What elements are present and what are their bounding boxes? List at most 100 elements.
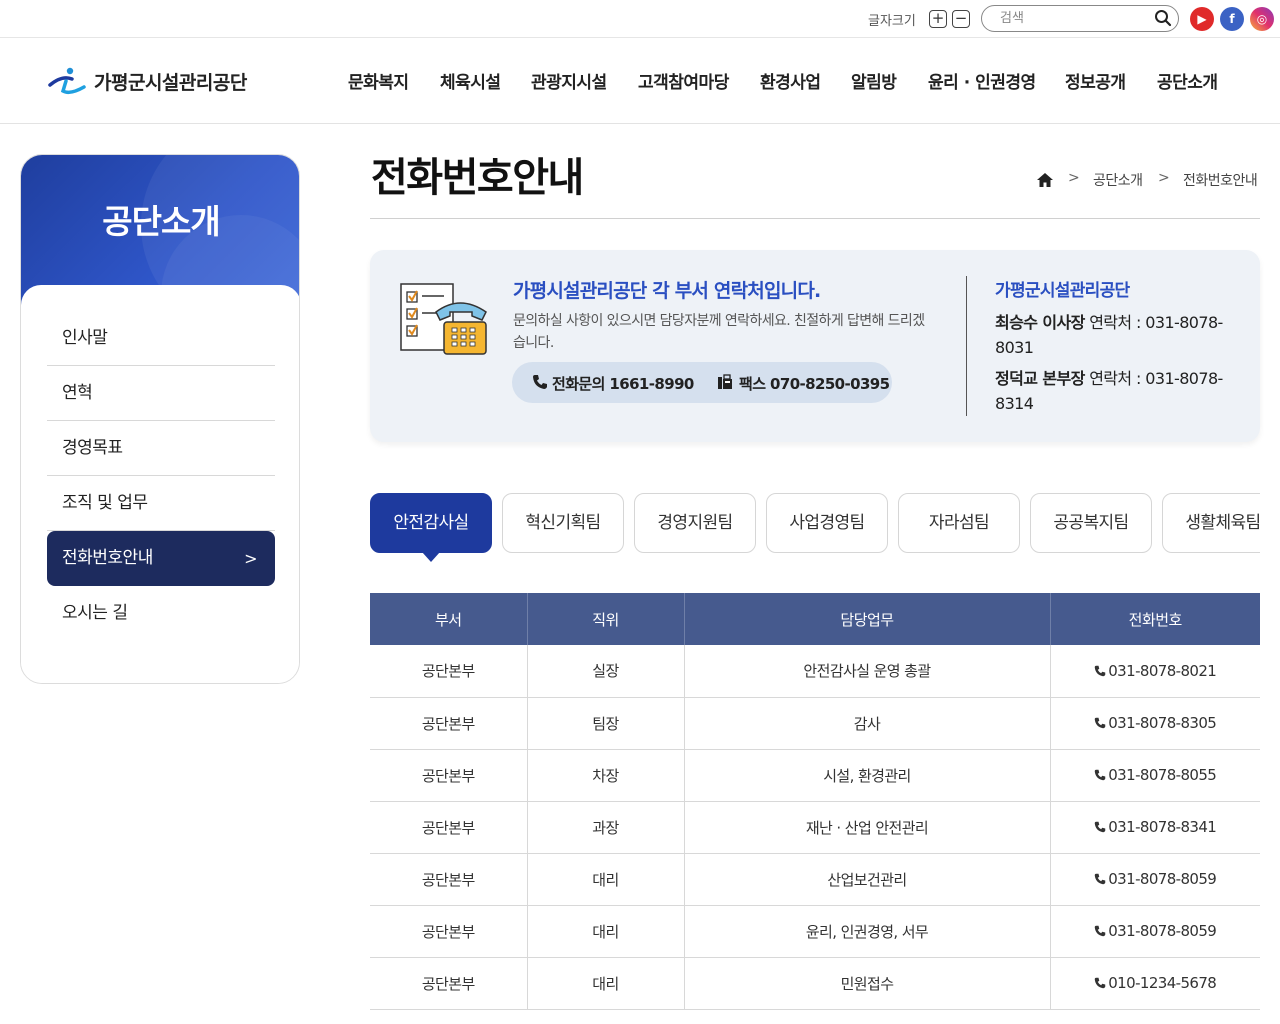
chevron-right-icon: > (1158, 170, 1170, 186)
main-contact-pill: 전화문의 1661-8990 팩스 070-8250-0395 (512, 362, 892, 403)
cell-position: 과장 (527, 801, 685, 854)
tab-public-welfare[interactable]: 공공복지팀 (1030, 493, 1152, 553)
phone-number: 031-8078-8059 (1108, 870, 1217, 888)
sidebar-item-greeting[interactable]: 인사말 (47, 311, 275, 366)
utility-bar: 글자크기 + − ▶ f ◎ (0, 0, 1280, 38)
phone-number: 010-1234-5678 (1108, 974, 1217, 992)
cell-phone[interactable]: 031-8078-8021 (1050, 645, 1260, 698)
fax-icon (718, 374, 732, 389)
contact-director: 정덕교 본부장 연락처 : 031-8078-8314 (995, 366, 1240, 416)
cell-department: 공단본부 (370, 697, 528, 750)
nav-sports[interactable]: 체육시설 (440, 68, 501, 93)
header: 가평군시설관리공단 문화복지 체육시설 관광지시설 고객참여마당 환경사업 알림… (0, 38, 1280, 124)
col-phone: 전화번호 (1050, 593, 1260, 645)
sidebar-item-phone-directory[interactable]: 전화번호안내 > (47, 531, 275, 586)
tab-business-management[interactable]: 사업경영팀 (766, 493, 888, 553)
info-divider (966, 276, 967, 416)
logo-mark-icon (48, 67, 86, 95)
nav-culture[interactable]: 문화복지 (348, 68, 409, 93)
table-row: 공단본부 대리 산업보건관리 031-8078-8059 (370, 853, 1260, 906)
cell-duties: 안전감사실 운영 총괄 (684, 645, 1051, 698)
cell-position: 팀장 (527, 697, 685, 750)
tab-jaraseom[interactable]: 자라섬팀 (898, 493, 1020, 553)
page-title: 전화번호안내 (371, 155, 584, 201)
table-header-row: 부서 직위 담당업무 전화번호 (370, 593, 1260, 645)
cell-phone[interactable]: 031-8078-8305 (1050, 697, 1260, 750)
sidebar: 공단소개 인사말 연혁 경영목표 조직 및 업무 전화번호안내 > 오시는 길 (20, 154, 300, 684)
cell-phone[interactable]: 031-8078-8059 (1050, 853, 1260, 906)
nav-customer[interactable]: 고객참여마당 (638, 68, 729, 93)
breadcrumb-about[interactable]: 공단소개 (1093, 170, 1143, 190)
contact-name: 정덕교 본부장 (995, 369, 1085, 388)
cell-phone[interactable]: 010-1234-5678 (1050, 957, 1260, 1010)
table-row: 공단본부 실장 안전감사실 운영 총괄 031-8078-8021 (370, 645, 1260, 698)
phone-icon (1094, 977, 1106, 989)
phone-icon (1094, 665, 1106, 676)
fax-number: 팩스 070-8250-0395 (739, 375, 890, 393)
site-logo[interactable]: 가평군시설관리공단 (48, 64, 247, 98)
cell-position: 대리 (527, 853, 685, 906)
phone-number: 031-8078-8059 (1108, 922, 1217, 940)
home-icon[interactable] (1036, 171, 1054, 189)
cell-position: 차장 (527, 749, 685, 802)
instagram-icon[interactable]: ◎ (1250, 7, 1274, 31)
breadcrumb-current: 전화번호안내 (1183, 173, 1258, 189)
font-size-label: 글자크기 (868, 14, 916, 29)
cell-position: 대리 (527, 905, 685, 958)
cell-duties: 산업보건관리 (684, 853, 1051, 906)
cell-duties: 감사 (684, 697, 1051, 750)
contact-info-box: 가평시설관리공단 각 부서 연락처입니다. 문의하실 사항이 있으시면 담당자분… (370, 250, 1260, 442)
logo-text: 가평군시설관리공단 (94, 71, 247, 94)
phone-icon (1094, 873, 1106, 885)
tab-safety-audit[interactable]: 안전감사실 (370, 493, 492, 553)
sidebar-item-directions[interactable]: 오시는 길 (47, 586, 275, 641)
phone-number: 031-8078-8055 (1108, 766, 1217, 784)
cell-department: 공단본부 (370, 749, 528, 802)
search-box (981, 5, 1179, 32)
cell-phone[interactable]: 031-8078-8341 (1050, 801, 1260, 854)
nav-about[interactable]: 공단소개 (1157, 68, 1218, 93)
phone-icon (1094, 717, 1106, 729)
contact-ceo: 최승수 이사장 연락처 : 031-8078-8031 (995, 310, 1240, 360)
table-row: 공단본부 대리 윤리, 인권경영, 서무 031-8078-8059 (370, 905, 1260, 958)
chevron-right-icon: > (244, 549, 257, 568)
tab-innovation-planning[interactable]: 혁신기획팀 (502, 493, 624, 553)
search-icon[interactable] (1154, 9, 1172, 27)
cell-department: 공단본부 (370, 645, 528, 698)
sidebar-item-history[interactable]: 연혁 (47, 366, 275, 421)
cell-duties: 민원접수 (684, 957, 1051, 1010)
sidebar-header: 공단소개 (21, 155, 299, 305)
nav-environment[interactable]: 환경사업 (760, 68, 821, 93)
nav-notice[interactable]: 알림방 (851, 68, 897, 93)
phone-icon (1094, 821, 1106, 833)
cell-department: 공단본부 (370, 853, 528, 906)
cell-position: 대리 (527, 957, 685, 1010)
cell-phone[interactable]: 031-8078-8055 (1050, 749, 1260, 802)
cell-phone[interactable]: 031-8078-8059 (1050, 905, 1260, 958)
font-increase-button[interactable]: + (929, 10, 947, 28)
title-divider (370, 218, 1260, 219)
sidebar-item-organization[interactable]: 조직 및 업무 (47, 476, 275, 531)
sidebar-menu: 인사말 연혁 경영목표 조직 및 업무 전화번호안내 > 오시는 길 (21, 285, 299, 683)
nav-ethics[interactable]: 윤리 · 인권경영 (928, 68, 1036, 93)
nav-tourism[interactable]: 관광지시설 (531, 68, 607, 93)
phone-number: 031-8078-8305 (1108, 714, 1217, 732)
phone-directory-table: 부서 직위 담당업무 전화번호 공단본부 실장 안전감사실 운영 총괄 031-807… (370, 593, 1260, 1010)
chevron-right-icon: > (1068, 170, 1080, 186)
search-input[interactable] (1000, 9, 1150, 28)
tab-management-support[interactable]: 경영지원팀 (634, 493, 756, 553)
nav-disclosure[interactable]: 정보공개 (1065, 68, 1126, 93)
sidebar-item-label: 전화번호안내 (62, 548, 153, 568)
table-row: 공단본부 차장 시설, 환경관리 031-8078-8055 (370, 749, 1260, 802)
cell-department: 공단본부 (370, 957, 528, 1010)
facebook-icon[interactable]: f (1220, 7, 1244, 31)
youtube-icon[interactable]: ▶ (1190, 7, 1214, 31)
sidebar-title: 공단소개 (102, 202, 220, 241)
active-tab-pointer (422, 552, 440, 562)
font-decrease-button[interactable]: − (952, 10, 970, 28)
phone-number: 031-8078-8341 (1108, 818, 1217, 836)
col-duties: 담당업무 (684, 593, 1051, 645)
sidebar-item-goals[interactable]: 경영목표 (47, 421, 275, 476)
tel-number[interactable]: 전화문의 1661-8990 (552, 373, 694, 394)
cell-position: 실장 (527, 645, 685, 698)
